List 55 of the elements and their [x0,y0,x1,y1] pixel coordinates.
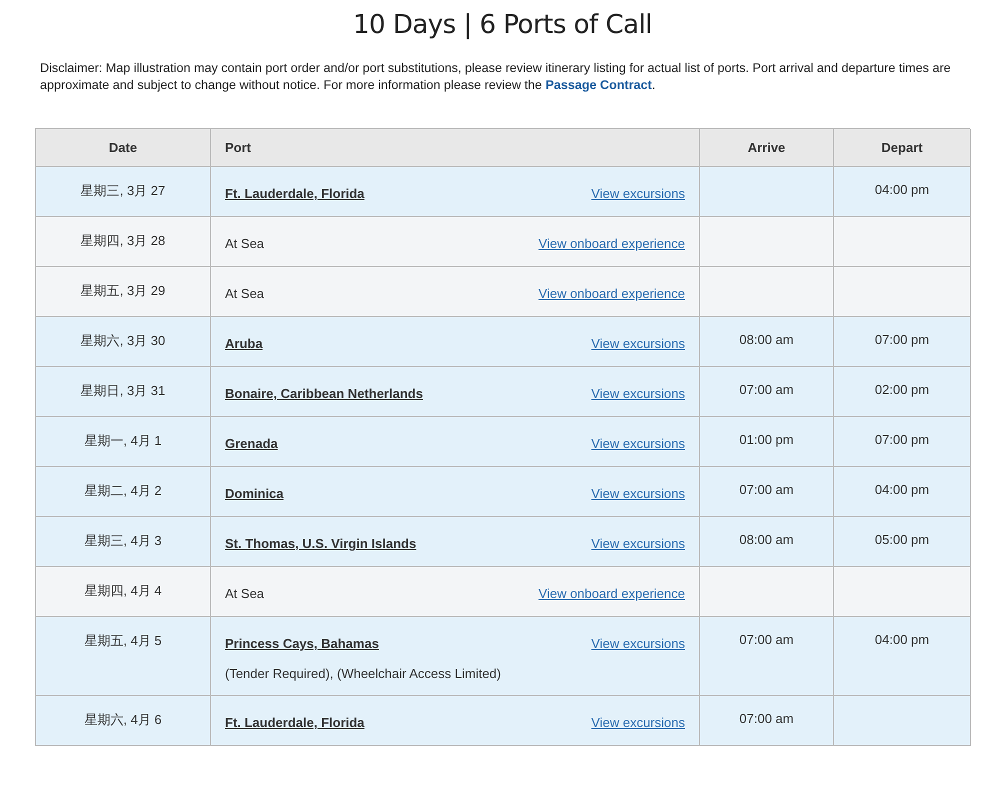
table-cell: At Sea [225,286,264,301]
link[interactable]: View excursions [591,636,685,651]
table-cell: 星期五, 3月 29 [36,267,211,317]
table-cell: 星期六, 3月 30 [36,317,211,367]
table-cell: 08:00 am [700,317,834,367]
link[interactable]: View onboard experience [538,286,685,301]
page-title: 10 Days | 6 Ports of Call [352,10,652,40]
port-name: Princess Cays, Bahamas [225,636,379,651]
port-name: Ft. Lauderdale, Florida [225,186,364,201]
port-name: Bonaire, Caribbean Netherlands [225,386,423,401]
table-cell: 07:00 am [700,696,834,746]
table-cell: 星期三, 3月 27 [36,167,211,217]
port-name: Aruba [225,336,263,351]
table-cell: 星期三, 4月 3 [36,517,211,567]
link[interactable]: View onboard experience [538,586,685,601]
table-cell: 04:00 pm [834,467,971,517]
link[interactable]: View excursions [591,186,685,201]
link[interactable]: View excursions [591,386,685,401]
table-cell: 07:00 pm [834,317,971,367]
link[interactable]: View excursions [591,436,685,451]
passage-contract-link[interactable]: Passage Contract [545,78,652,92]
table-cell: 08:00 am [700,517,834,567]
table-cell: 07:00 pm [834,417,971,467]
table-cell: At Sea [225,236,264,251]
link[interactable]: View excursions [591,536,685,551]
column-header: Arrive [700,129,834,167]
link[interactable]: View onboard experience [538,236,685,251]
table-cell: 05:00 pm [834,517,971,567]
port-name: Dominica [225,486,284,501]
table-cell: 07:00 am [700,617,834,696]
column-header: Date [36,129,211,167]
table-cell: 07:00 am [700,467,834,517]
port-note: (Tender Required), (Wheelchair Access Limited) [225,666,502,681]
link[interactable]: View excursions [591,486,685,501]
table-cell: 01:00 pm [700,417,834,467]
port-name: Ft. Lauderdale, Florida [225,715,364,730]
table-cell: 星期一, 4月 1 [36,417,211,467]
link[interactable]: View excursions [591,336,685,351]
column-header: Depart [834,129,971,167]
table-cell: 04:00 pm [834,617,971,696]
link[interactable]: View excursions [591,715,685,730]
port-name: Grenada [225,436,278,451]
table-cell: 02:00 pm [834,367,971,417]
table-cell: 04:00 pm [834,167,971,217]
column-header: Port [211,129,700,167]
table-cell: 07:00 am [700,367,834,417]
table-cell: 星期五, 4月 5 [36,617,211,696]
table-cell: 星期六, 4月 6 [36,696,211,746]
table-cell: 星期四, 3月 28 [36,217,211,267]
table-cell: 星期二, 4月 2 [36,467,211,517]
port-name: St. Thomas, U.S. Virgin Islands [225,536,416,551]
disclaimer-text: Disclaimer: Map illustration may contain port order and/or port substitutions, please review itinerary listing for actual list of ports. Port arrival and departure times are approximate and subject to change without notice. For more information please review the Passage Contract. [40,60,952,94]
table-cell: 星期四, 4月 4 [36,567,211,617]
table-cell: 星期日, 3月 31 [36,367,211,417]
table-cell: At Sea [225,586,264,601]
